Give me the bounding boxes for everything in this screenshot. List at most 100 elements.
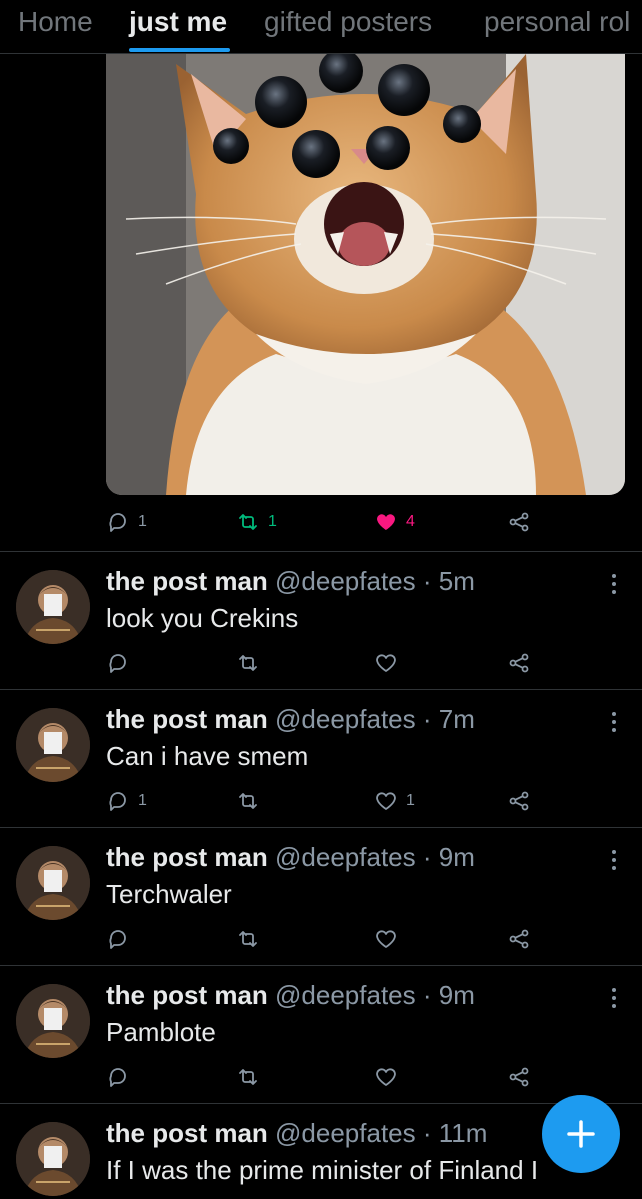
like-count: 4 <box>406 513 415 530</box>
retweet-button[interactable] <box>236 786 268 816</box>
share-icon <box>509 1067 529 1087</box>
like-button[interactable] <box>374 648 406 678</box>
avatar-image <box>16 1122 90 1196</box>
like-button[interactable]: 4 <box>374 507 415 537</box>
tweet[interactable]: the post man @deepfates · 9m Terchwaler <box>0 828 642 966</box>
tweet-header: the post man @deepfates · 7m <box>106 704 475 735</box>
plus-icon <box>567 1120 595 1148</box>
tweet-actions <box>106 924 626 954</box>
retweet-button[interactable] <box>236 1062 268 1092</box>
avatar-image <box>16 846 90 920</box>
avatar-image <box>16 570 90 644</box>
reply-icon <box>109 513 126 532</box>
tab-home[interactable]: Home <box>18 6 93 38</box>
more-vertical-icon <box>612 712 616 732</box>
reply-count: 1 <box>138 513 147 530</box>
share-icon <box>509 929 529 949</box>
tweet[interactable]: the post man @deepfates · 7m Can i have … <box>0 690 642 828</box>
like-count: 1 <box>406 792 415 809</box>
cat-with-many-eyes-image <box>106 54 625 495</box>
avatar-image <box>16 984 90 1058</box>
heart-icon <box>376 930 396 948</box>
display-name[interactable]: the post man <box>106 980 268 1010</box>
reply-button[interactable]: 1 <box>106 507 147 537</box>
share-button[interactable] <box>507 1062 531 1092</box>
timestamp[interactable]: 9m <box>439 842 475 872</box>
timestamp[interactable]: 7m <box>439 704 475 734</box>
user-handle[interactable]: @deepfates <box>275 1118 416 1148</box>
separator-dot: · <box>422 1118 432 1148</box>
post-image[interactable] <box>106 54 625 495</box>
share-icon <box>509 512 529 532</box>
share-button[interactable] <box>507 786 531 816</box>
reply-button[interactable]: 1 <box>106 786 147 816</box>
more-options-button[interactable] <box>604 986 624 1010</box>
retweet-icon <box>239 793 257 809</box>
share-button[interactable] <box>507 924 531 954</box>
reply-button[interactable] <box>106 648 138 678</box>
timestamp[interactable]: 5m <box>439 566 475 596</box>
tweet-actions: 1 1 <box>106 786 626 816</box>
avatar[interactable] <box>16 1122 90 1196</box>
more-options-button[interactable] <box>604 848 624 872</box>
separator-dot: · <box>422 842 432 872</box>
timestamp[interactable]: 11m <box>439 1118 488 1148</box>
share-icon <box>509 653 529 673</box>
more-vertical-icon <box>612 850 616 870</box>
separator-dot: · <box>422 704 432 734</box>
tweet-text: look you Crekins <box>106 603 299 633</box>
retweet-button[interactable]: 1 <box>236 507 277 537</box>
reply-icon <box>109 930 126 949</box>
tab-just-me[interactable]: just me <box>129 6 227 38</box>
retweet-button[interactable] <box>236 924 268 954</box>
tweet-text: Terchwaler <box>106 879 232 909</box>
heart-icon <box>376 792 396 810</box>
display-name[interactable]: the post man <box>106 566 268 596</box>
reply-count: 1 <box>138 792 147 809</box>
avatar[interactable] <box>16 846 90 920</box>
retweet-count: 1 <box>268 513 277 530</box>
tweet[interactable]: the post man @deepfates · 9m Pamblote <box>0 966 642 1104</box>
timestamp[interactable]: 9m <box>439 980 475 1010</box>
more-vertical-icon <box>612 574 616 594</box>
heart-icon <box>376 1068 396 1086</box>
tweet-text: If I was the prime minister of Finland I <box>106 1155 539 1185</box>
post-actions: 1 1 4 <box>106 507 626 537</box>
user-handle[interactable]: @deepfates <box>275 980 416 1010</box>
separator-dot: · <box>422 566 432 596</box>
reply-icon <box>109 792 126 811</box>
share-button[interactable] <box>507 648 531 678</box>
user-handle[interactable]: @deepfates <box>275 842 416 872</box>
retweet-icon <box>239 1069 257 1085</box>
tweet-actions <box>106 1062 626 1092</box>
display-name[interactable]: the post man <box>106 842 268 872</box>
timeline-tabs: Home just me gifted posters personal rol <box>0 0 642 54</box>
more-options-button[interactable] <box>604 572 624 596</box>
user-handle[interactable]: @deepfates <box>275 704 416 734</box>
display-name[interactable]: the post man <box>106 1118 268 1148</box>
heart-filled-icon <box>377 514 395 530</box>
reply-button[interactable] <box>106 924 138 954</box>
avatar[interactable] <box>16 708 90 782</box>
share-button[interactable] <box>507 507 531 537</box>
display-name[interactable]: the post man <box>106 704 268 734</box>
compose-tweet-button[interactable] <box>542 1095 620 1173</box>
tweet-header: the post man @deepfates · 11m <box>106 1118 487 1149</box>
tweet-actions <box>106 648 626 678</box>
tab-gifted-posters[interactable]: gifted posters <box>264 6 432 38</box>
reply-button[interactable] <box>106 1062 138 1092</box>
tweet[interactable]: the post man @deepfates · 5m look you Cr… <box>0 552 642 690</box>
more-vertical-icon <box>612 988 616 1008</box>
tweet-header: the post man @deepfates · 9m <box>106 980 475 1011</box>
like-button[interactable]: 1 <box>374 786 415 816</box>
avatar[interactable] <box>16 984 90 1058</box>
like-button[interactable] <box>374 1062 406 1092</box>
avatar[interactable] <box>16 570 90 644</box>
retweet-button[interactable] <box>236 648 268 678</box>
user-handle[interactable]: @deepfates <box>275 566 416 596</box>
retweet-icon <box>239 514 257 530</box>
tab-personal-rol[interactable]: personal rol <box>484 6 630 38</box>
like-button[interactable] <box>374 924 406 954</box>
more-options-button[interactable] <box>604 710 624 734</box>
tweet-header: the post man @deepfates · 5m <box>106 566 475 597</box>
